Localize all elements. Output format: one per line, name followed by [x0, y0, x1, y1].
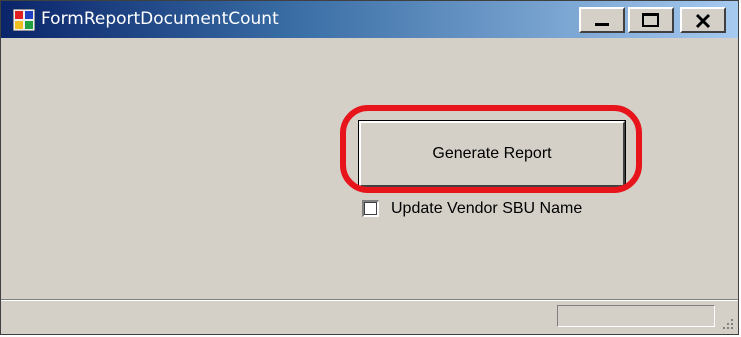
app-window: FormReportDocumentCount Generate Report …	[0, 0, 739, 335]
maximize-icon	[642, 13, 659, 27]
minimize-button[interactable]	[579, 7, 625, 33]
progress-bar	[557, 305, 715, 327]
resize-grip-icon[interactable]	[720, 316, 734, 330]
generate-report-button[interactable]: Generate Report	[358, 120, 626, 188]
title-bar[interactable]: FormReportDocumentCount	[1, 1, 738, 38]
app-icon[interactable]	[13, 9, 35, 31]
status-bar	[1, 299, 738, 334]
close-button[interactable]	[680, 7, 726, 33]
maximize-button[interactable]	[628, 7, 674, 33]
minimize-icon	[595, 23, 609, 26]
update-vendor-sbu-checkbox[interactable]	[362, 200, 379, 217]
close-icon	[695, 13, 711, 29]
update-vendor-sbu-label[interactable]: Update Vendor SBU Name	[391, 199, 582, 219]
window-title: FormReportDocumentCount	[41, 9, 279, 29]
